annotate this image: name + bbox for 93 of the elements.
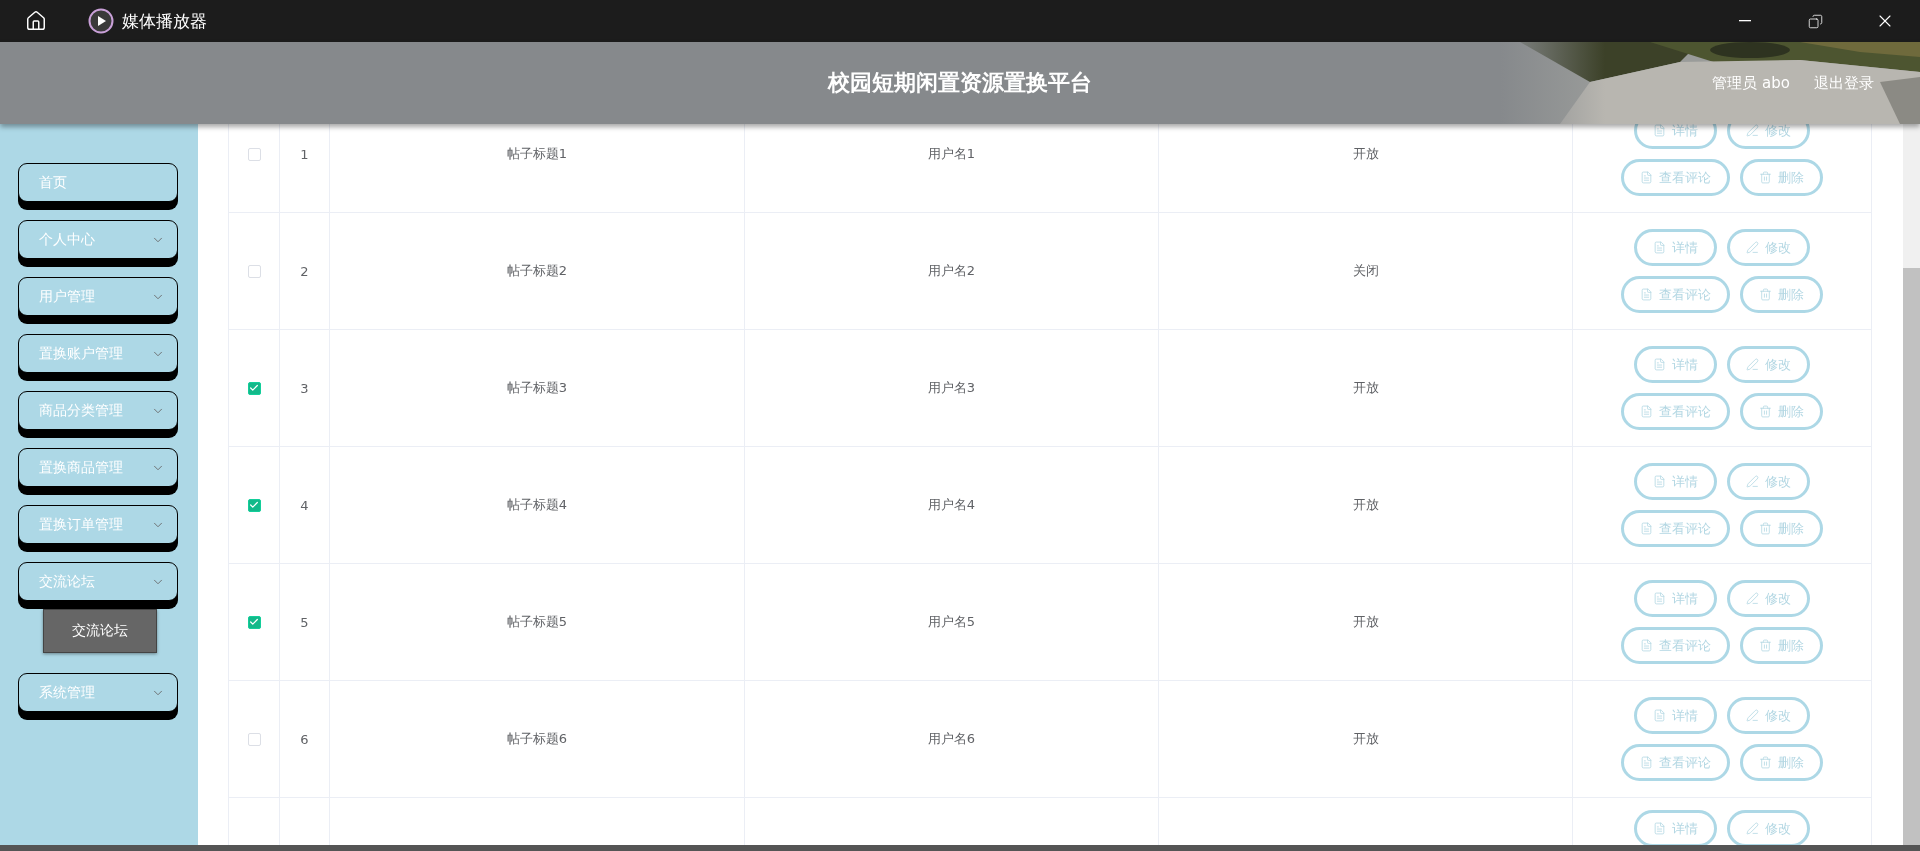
trash-icon — [1759, 522, 1772, 535]
user-label: 管理员 abo — [1712, 73, 1790, 93]
edit-button[interactable]: 修改 — [1727, 229, 1810, 266]
document-icon — [1653, 241, 1666, 254]
pen-icon — [1746, 822, 1759, 835]
trash-icon — [1759, 756, 1772, 769]
checkbox[interactable] — [247, 732, 261, 746]
row-number: 3 — [300, 380, 309, 396]
edit-button[interactable]: 修改 — [1727, 580, 1810, 617]
checkbox[interactable] — [247, 147, 261, 161]
checkbox[interactable] — [247, 615, 261, 629]
user-name: 用户名1 — [927, 145, 976, 163]
post-title: 帖子标题2 — [506, 262, 568, 280]
scrollbar[interactable] — [1903, 124, 1920, 845]
user-name: 用户名3 — [927, 379, 976, 397]
row-number: 2 — [300, 263, 309, 279]
detail-button[interactable]: 详情 — [1634, 124, 1717, 149]
detail-button[interactable]: 详情 — [1634, 810, 1717, 845]
document-icon — [1640, 639, 1653, 652]
document-icon — [1653, 475, 1666, 488]
status-text: 开放 — [1352, 730, 1379, 748]
row-number: 6 — [300, 731, 309, 747]
comments-button[interactable]: 查看评论 — [1621, 393, 1730, 430]
document-icon — [1640, 522, 1653, 535]
delete-button[interactable]: 删除 — [1740, 627, 1823, 664]
status-text: 关闭 — [1352, 262, 1379, 280]
pen-icon — [1746, 241, 1759, 254]
status-text: 开放 — [1352, 613, 1379, 631]
status-text: 开放 — [1352, 496, 1379, 514]
checkbox[interactable] — [247, 264, 261, 278]
comments-button[interactable]: 查看评论 — [1621, 510, 1730, 547]
checkbox[interactable] — [247, 381, 261, 395]
trash-icon — [1759, 639, 1772, 652]
status-text: 开放 — [1352, 145, 1379, 163]
document-icon — [1640, 288, 1653, 301]
document-icon — [1640, 756, 1653, 769]
delete-button[interactable]: 删除 — [1740, 159, 1823, 196]
delete-button[interactable]: 删除 — [1740, 276, 1823, 313]
trash-icon — [1759, 288, 1772, 301]
row-number: 1 — [300, 146, 309, 162]
logout-link[interactable]: 退出登录 — [1814, 73, 1874, 93]
trash-icon — [1759, 171, 1772, 184]
delete-button[interactable]: 删除 — [1740, 510, 1823, 547]
edit-button[interactable]: 修改 — [1727, 124, 1810, 149]
user-name: 用户名5 — [927, 613, 976, 631]
user-name: 用户名4 — [927, 496, 976, 514]
restore-icon — [1807, 13, 1823, 29]
submenu-item[interactable]: 交流论坛 — [43, 609, 157, 653]
pen-icon — [1746, 358, 1759, 371]
edit-button[interactable]: 修改 — [1727, 697, 1810, 734]
edit-button[interactable]: 修改 — [1727, 463, 1810, 500]
document-icon — [1653, 592, 1666, 605]
delete-button[interactable]: 删除 — [1740, 744, 1823, 781]
pen-icon — [1746, 124, 1759, 137]
post-title: 帖子标题6 — [506, 730, 568, 748]
play-icon — [88, 8, 114, 34]
document-icon — [1653, 124, 1666, 137]
document-icon — [1653, 822, 1666, 835]
user-name: 用户名6 — [927, 730, 976, 748]
document-icon — [1653, 358, 1666, 371]
detail-button[interactable]: 详情 — [1634, 229, 1717, 266]
detail-button[interactable]: 详情 — [1634, 463, 1717, 500]
scrollbar-thumb[interactable] — [1903, 268, 1920, 845]
detail-button[interactable]: 详情 — [1634, 697, 1717, 734]
minimize-icon — [1739, 20, 1751, 22]
post-title: 帖子标题5 — [506, 613, 568, 631]
post-title: 帖子标题3 — [506, 379, 568, 397]
site-title: 校园短期闲置资源置换平台 — [828, 69, 1092, 97]
home-icon[interactable] — [25, 10, 47, 32]
document-icon — [1640, 171, 1653, 184]
pen-icon — [1746, 475, 1759, 488]
detail-button[interactable]: 详情 — [1634, 346, 1717, 383]
user-name: 用户名2 — [927, 262, 976, 280]
edit-button[interactable]: 修改 — [1727, 346, 1810, 383]
post-title: 帖子标题4 — [506, 496, 568, 514]
trash-icon — [1759, 405, 1772, 418]
detail-button[interactable]: 详情 — [1634, 580, 1717, 617]
delete-button[interactable]: 删除 — [1740, 393, 1823, 430]
checkbox[interactable] — [247, 498, 261, 512]
pen-icon — [1746, 709, 1759, 722]
comments-button[interactable]: 查看评论 — [1621, 276, 1730, 313]
pen-icon — [1746, 592, 1759, 605]
post-title: 帖子标题1 — [506, 145, 568, 163]
comments-button[interactable]: 查看评论 — [1621, 627, 1730, 664]
row-number: 5 — [300, 614, 309, 630]
document-icon — [1653, 709, 1666, 722]
status-text: 开放 — [1352, 379, 1379, 397]
app-title: 媒体播放器 — [122, 9, 207, 33]
comments-button[interactable]: 查看评论 — [1621, 744, 1730, 781]
document-icon — [1640, 405, 1653, 418]
edit-button[interactable]: 修改 — [1727, 810, 1810, 845]
comments-button[interactable]: 查看评论 — [1621, 159, 1730, 196]
row-number: 4 — [300, 497, 309, 513]
